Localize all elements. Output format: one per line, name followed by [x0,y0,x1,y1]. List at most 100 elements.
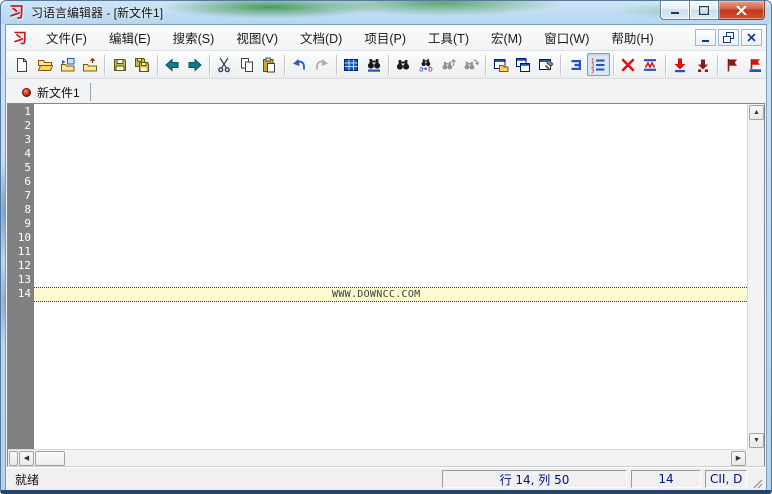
title-bar[interactable]: 习 习语言编辑器 - [新文件1] [1,1,771,24]
menu-item-edit[interactable]: 编辑(E) [98,24,162,51]
line-number[interactable]: 14 [8,287,31,301]
toolbar-button-build[interactable] [535,53,558,76]
menu-item-view[interactable]: 视图(V) [225,24,289,51]
toolbar-button-run-to-cursor[interactable] [691,53,714,76]
client-area: 习 文件(F)编辑(E)搜索(S)视图(V)文档(D)项目(P)工具(T)宏(M… [5,24,767,490]
status-cursor-position: 行 14, 列 50 [442,470,627,488]
open-file-icon [37,57,53,73]
mdi-minimize-icon [699,31,712,44]
line-number[interactable]: 1 [8,105,31,119]
vertical-scrollbar[interactable]: ▲ ▼ [747,104,764,449]
line-number[interactable]: 12 [8,259,31,273]
menu-item-window[interactable]: 窗口(W) [533,24,600,51]
code-line[interactable] [34,133,747,147]
toolbar-button-save[interactable] [108,53,131,76]
toolbar-button-navigate-forward[interactable] [183,53,206,76]
close-button[interactable] [719,1,765,20]
menu-item-macro[interactable]: 宏(M) [480,24,533,51]
resize-grip[interactable] [749,475,764,490]
line-number[interactable]: 11 [8,245,31,259]
app-window: 习 习语言编辑器 - [新文件1] 习 文件(F)编辑(E)搜索(S)视图(V)… [0,0,772,494]
toolbar-button-replace[interactable]: ab [415,53,438,76]
toolbar-button-find-next[interactable] [460,53,483,76]
toolbar-button-undo[interactable] [288,53,311,76]
code-line[interactable] [34,147,747,161]
toolbar-button-toggle-breakpoint[interactable] [669,53,692,76]
line-number[interactable]: 5 [8,161,31,175]
toolbar-button-new-file[interactable] [11,53,34,76]
toolbar-button-open-file[interactable] [34,53,57,76]
toolbar-button-clear-all[interactable] [616,53,639,76]
hsplit-box[interactable] [9,451,18,466]
line-number[interactable]: 4 [8,147,31,161]
toolbar-button-project-window[interactable] [489,53,512,76]
toolbar-button-find-previous[interactable] [437,53,460,76]
scroll-left-button[interactable]: ◀ [19,451,34,466]
line-number[interactable]: 9 [8,217,31,231]
line-number[interactable]: 10 [8,231,31,245]
toolbar-button-find-in-files[interactable] [362,53,385,76]
code-line[interactable] [34,231,747,245]
code-line[interactable] [34,259,747,273]
code-line[interactable] [34,119,747,133]
toolbar-button-paste[interactable] [258,53,281,76]
code-line[interactable] [34,161,747,175]
toolbar-button-cut[interactable] [213,53,236,76]
menu-item-file[interactable]: 文件(F) [35,24,98,51]
line-number[interactable]: 3 [8,133,31,147]
toolbar-button-navigate-back[interactable] [161,53,184,76]
menu-item-tools[interactable]: 工具(T) [417,24,480,51]
code-area[interactable]: WWW.DOWNCC.COM [34,104,747,449]
toolbar-button-compile-flag[interactable] [721,53,744,76]
menu-item-search[interactable]: 搜索(S) [162,24,226,51]
code-line[interactable] [34,189,747,203]
horizontal-scrollbar[interactable]: ◀ ▶ [8,449,747,466]
maximize-button[interactable] [690,1,719,20]
line-number-gutter[interactable]: 1234567891011121314 [8,104,34,449]
code-line[interactable] [34,245,747,259]
code-line[interactable] [34,217,747,231]
toolbar-button-reopen-file[interactable] [56,53,79,76]
build-icon [538,57,554,73]
line-number[interactable]: 8 [8,203,31,217]
toolbar-button-copy[interactable] [235,53,258,76]
active-code-line[interactable]: WWW.DOWNCC.COM [34,287,747,302]
status-line-indicator: 14 [631,470,701,488]
clear-bookmarks-icon [642,57,658,73]
toggle-breakpoint-icon [672,57,688,73]
line-number[interactable]: 13 [8,273,31,287]
code-line[interactable] [34,273,747,287]
tab-new-file-1[interactable]: 新文件1 [14,81,90,103]
replace-icon: ab [418,57,434,73]
document-system-icon[interactable]: 习 [13,28,27,48]
toolbar-button-find[interactable] [392,53,415,76]
line-number[interactable]: 2 [8,119,31,133]
toolbar-button-redo[interactable] [310,53,333,76]
code-line[interactable] [34,175,747,189]
mdi-close-button[interactable] [741,29,762,46]
toolbar-button-char-table[interactable] [340,53,363,76]
toolbar-button-window-list[interactable] [512,53,535,76]
menu-item-project[interactable]: 项目(P) [353,24,417,51]
toolbar-button-line-numbers[interactable]: 123 [587,53,610,76]
line-number[interactable]: 7 [8,189,31,203]
toolbar-button-format-indent[interactable] [564,53,587,76]
minimize-button[interactable] [660,1,690,20]
toolbar-button-clear-bookmarks[interactable] [639,53,662,76]
menu-item-document[interactable]: 文档(D) [289,24,353,51]
line-number[interactable]: 6 [8,175,31,189]
mdi-restore-button[interactable] [718,29,739,46]
mdi-minimize-button[interactable] [695,29,716,46]
scroll-right-button[interactable]: ▶ [731,451,746,466]
toolbar-separator [104,55,105,75]
toolbar-button-save-all[interactable] [131,53,154,76]
toolbar-button-close-folder[interactable] [79,53,102,76]
find-next-icon [463,57,479,73]
scroll-up-button[interactable]: ▲ [749,105,764,120]
toolbar-button-run-flag[interactable] [744,53,767,76]
menu-item-help[interactable]: 帮助(H) [600,24,664,51]
code-line[interactable] [34,105,747,119]
code-line[interactable] [34,203,747,217]
hscroll-thumb[interactable] [35,451,65,466]
scroll-down-button[interactable]: ▼ [749,433,764,448]
